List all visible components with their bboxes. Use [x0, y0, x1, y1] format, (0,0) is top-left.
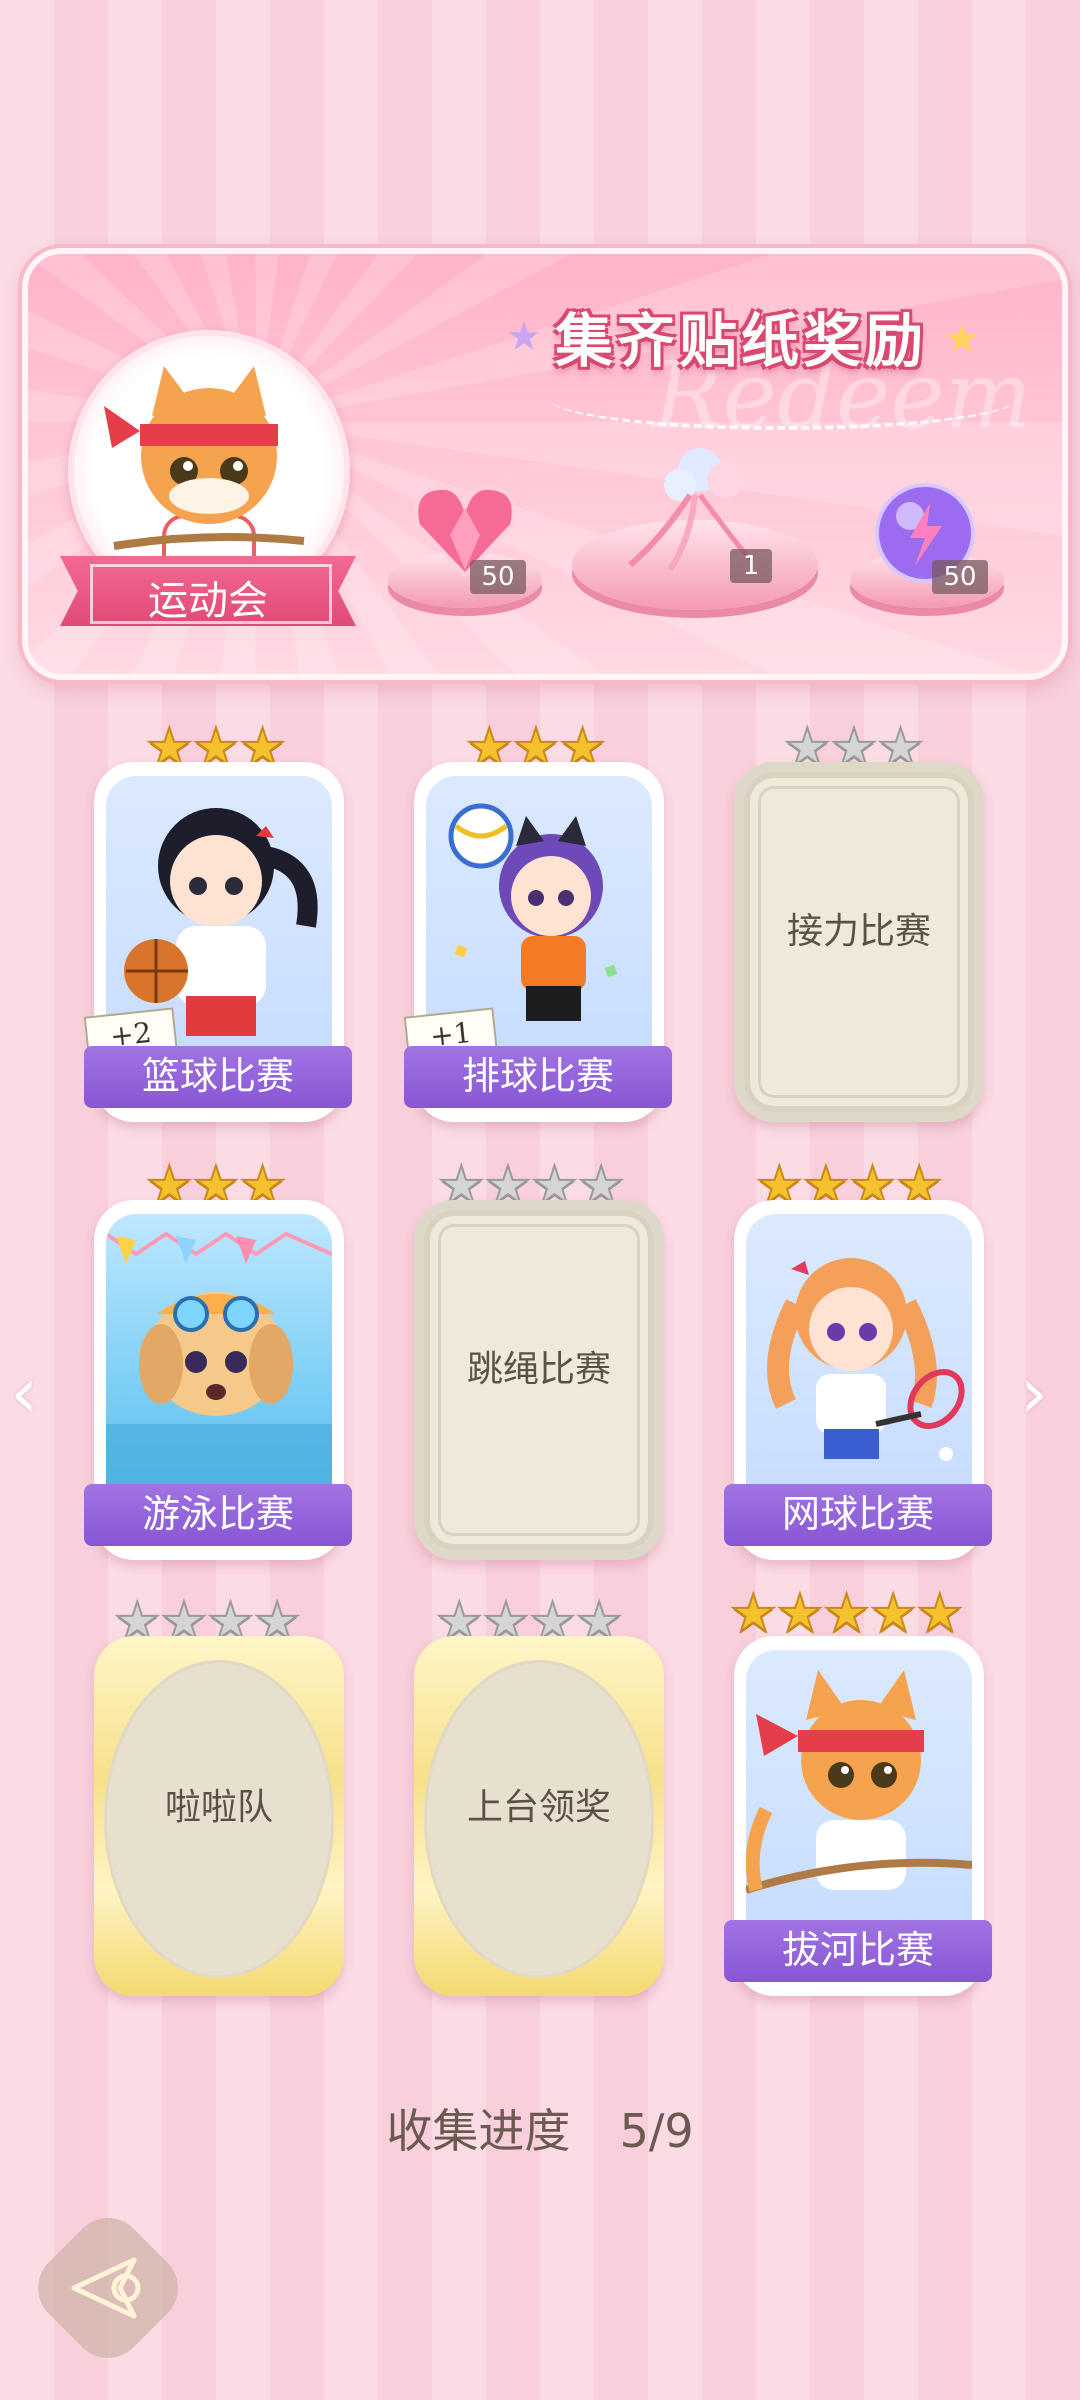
reward-count-3: 50 — [932, 560, 988, 594]
sticker-name: 上台领奖 — [466, 1787, 612, 1828]
sticker-card-award-ceremony[interactable]: 上台领奖 — [414, 1636, 664, 1996]
sticker-label: 拔河比赛 — [724, 1920, 992, 1982]
sticker-label: 排球比赛 — [404, 1046, 672, 1108]
sticker-stars-9: ★ ★ ★ ★ ★ — [729, 1584, 964, 1644]
sticker-name: 跳绳比赛 — [466, 1349, 612, 1390]
sticker-card-jump-rope[interactable]: 跳绳比赛 — [414, 1200, 664, 1560]
lilac-star-icon: ★ — [506, 314, 542, 360]
sticker-label: 网球比赛 — [724, 1484, 992, 1546]
sticker-card-cheer-squad[interactable]: 啦啦队 — [94, 1636, 344, 1996]
sticker-card-relay[interactable]: 接力比赛 — [734, 762, 984, 1122]
sticker-label: 篮球比赛 — [84, 1046, 352, 1108]
collection-progress: 收集进度 5/9 — [0, 2095, 1080, 2161]
back-arrow-icon[interactable] — [64, 2246, 154, 2330]
next-page-arrow-icon[interactable]: › — [1020, 1352, 1048, 1434]
event-label: 运动会 — [148, 578, 268, 624]
sticker-label: 游泳比赛 — [84, 1484, 352, 1546]
sticker-image — [746, 1214, 972, 1514]
banner-title: 集齐贴纸奖励 — [555, 307, 928, 375]
sticker-name: 接力比赛 — [786, 911, 932, 952]
reward-count-2: 1 — [730, 549, 772, 583]
progress-label: 收集进度 — [386, 2104, 571, 2158]
progress-value: 5/9 — [619, 2104, 694, 2158]
tug-of-war-cat-icon — [746, 1670, 972, 1894]
sticker-image — [746, 1650, 972, 1950]
swimming-puppy-icon — [106, 1231, 332, 1514]
sticker-image — [106, 1214, 332, 1514]
prev-page-arrow-icon[interactable]: ‹ — [10, 1352, 38, 1434]
sticker-name: 啦啦队 — [164, 1787, 274, 1828]
reward-count-1: 50 — [470, 560, 526, 594]
yellow-star-icon: ★ — [944, 316, 980, 362]
tennis-girl-icon — [767, 1258, 965, 1461]
